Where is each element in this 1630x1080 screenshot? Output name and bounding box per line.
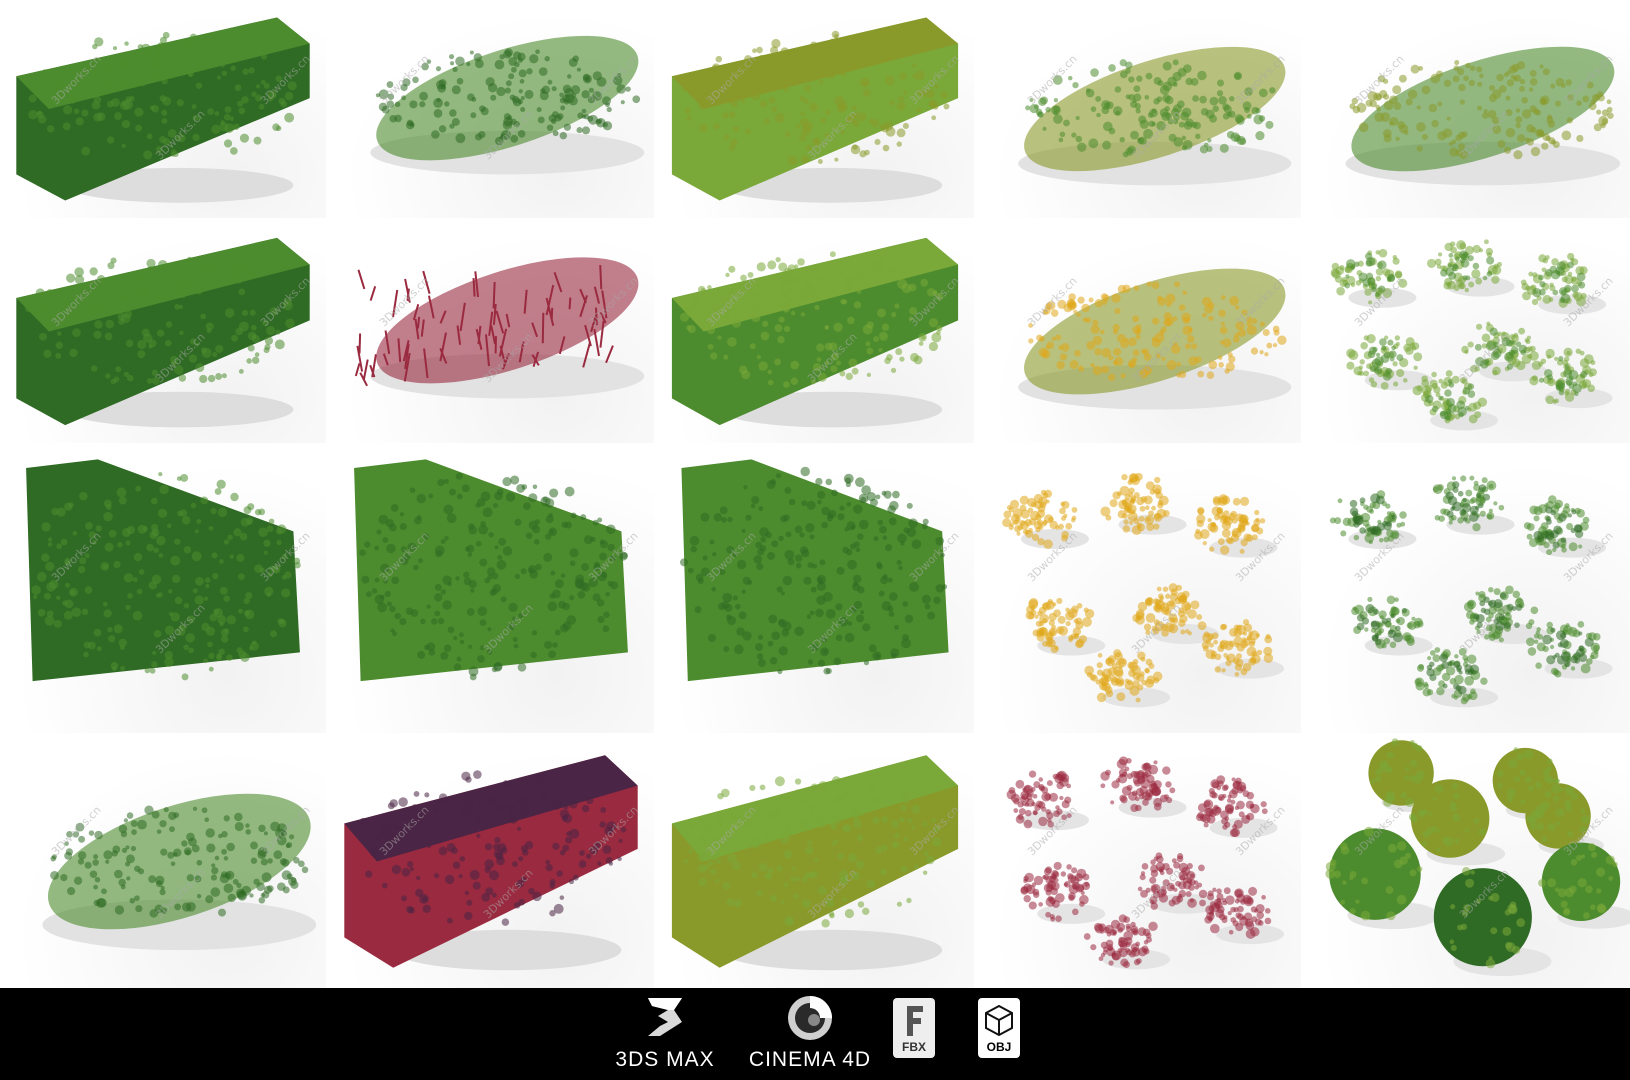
plant-model-tile: 3Dworks.cn 3Dworks.cn 3Dworks.cn (976, 735, 1301, 988)
plant-model-tile: 3Dworks.cn 3Dworks.cn 3Dworks.cn (976, 220, 1301, 443)
cinema4d-label: CINEMA 4D (748, 1048, 872, 1071)
plant-render (680, 459, 949, 682)
plant-model-tile: 3Dworks.cn 3Dworks.cn 3Dworks.cn (656, 445, 974, 733)
cinema4d-logo: CINEMA 4D (740, 988, 880, 1080)
fbx-label: FBX (902, 1040, 926, 1054)
plant-model-tile: 3Dworks.cn 3Dworks.cn 3Dworks.cn (328, 445, 654, 733)
plant-render (354, 257, 645, 399)
plant-render (26, 459, 301, 682)
plant-model-tile: 3Dworks.cn 3Dworks.cn 3Dworks.cn (656, 735, 974, 988)
plant-render (42, 793, 317, 951)
plant-render (354, 459, 628, 682)
plant-render (1002, 472, 1284, 708)
plant-render (1330, 239, 1613, 431)
plant-render (1018, 268, 1292, 410)
footer-bar: 3DS MAX CINEMA 4D FBX OBJ (0, 988, 1630, 1080)
obj-badge: OBJ (978, 998, 1020, 1058)
3dsmax-logo-icon (648, 998, 682, 1036)
plant-render (671, 755, 959, 971)
fbx-badge: FBX (893, 998, 935, 1058)
plant-render (1325, 738, 1630, 977)
plant-model-tile: 3Dworks.cn 3Dworks.cn 3Dworks.cn (976, 445, 1301, 733)
plant-model-tile: 3Dworks.cn 3Dworks.cn 3Dworks.cn (0, 0, 326, 218)
plant-model-tile: 3Dworks.cn 3Dworks.cn 3Dworks.cn (1303, 220, 1630, 443)
plant-render (1018, 46, 1292, 186)
obj-file-icon (985, 1004, 1013, 1037)
plant-render (16, 17, 310, 203)
plant-model-tile: 3Dworks.cn 3Dworks.cn 3Dworks.cn (1303, 735, 1630, 988)
plant-model-tile: 3Dworks.cn 3Dworks.cn 3Dworks.cn (1303, 445, 1630, 733)
plant-model-tile: 3Dworks.cn 3Dworks.cn 3Dworks.cn (0, 735, 326, 988)
obj-label: OBJ (986, 1040, 1012, 1054)
product-preview-sheet: 3Dworks.cn 3Dworks.cn 3Dworks.cn 3Dworks.cn… (0, 0, 1630, 1080)
plant-model-tile: 3Dworks.cn 3Dworks.cn 3Dworks.cn (976, 0, 1301, 218)
plant-model-tile: 3Dworks.cn 3Dworks.cn 3Dworks.cn (1303, 0, 1630, 218)
plant-model-tile: 3Dworks.cn 3Dworks.cn 3Dworks.cn (656, 220, 974, 443)
plant-render (370, 35, 645, 175)
plant-render (344, 755, 638, 971)
plant-model-grid: 3Dworks.cn 3Dworks.cn 3Dworks.cn 3Dworks.cn… (0, 0, 1630, 988)
plant-render (671, 17, 959, 203)
plant-model-tile: 3Dworks.cn 3Dworks.cn 3Dworks.cn (328, 0, 654, 218)
plant-render (671, 237, 959, 428)
plant-render (1006, 756, 1284, 970)
plant-render (16, 237, 310, 428)
3dsmax-logo: 3DS MAX (600, 988, 730, 1080)
plant-model-tile: 3Dworks.cn 3Dworks.cn 3Dworks.cn (0, 445, 326, 733)
plant-model-tile: 3Dworks.cn 3Dworks.cn 3Dworks.cn (656, 0, 974, 218)
plant-model-tile: 3Dworks.cn 3Dworks.cn 3Dworks.cn (328, 735, 654, 988)
fbx-file-icon (907, 1006, 923, 1036)
3dsmax-label: 3DS MAX (615, 1048, 715, 1071)
plant-render (1345, 46, 1621, 186)
plant-model-tile: 3Dworks.cn 3Dworks.cn 3Dworks.cn (0, 220, 326, 443)
plant-model-tile: 3Dworks.cn 3Dworks.cn 3Dworks.cn (328, 220, 654, 443)
cinema4d-logo-icon (788, 996, 832, 1040)
plant-render (1329, 475, 1613, 708)
